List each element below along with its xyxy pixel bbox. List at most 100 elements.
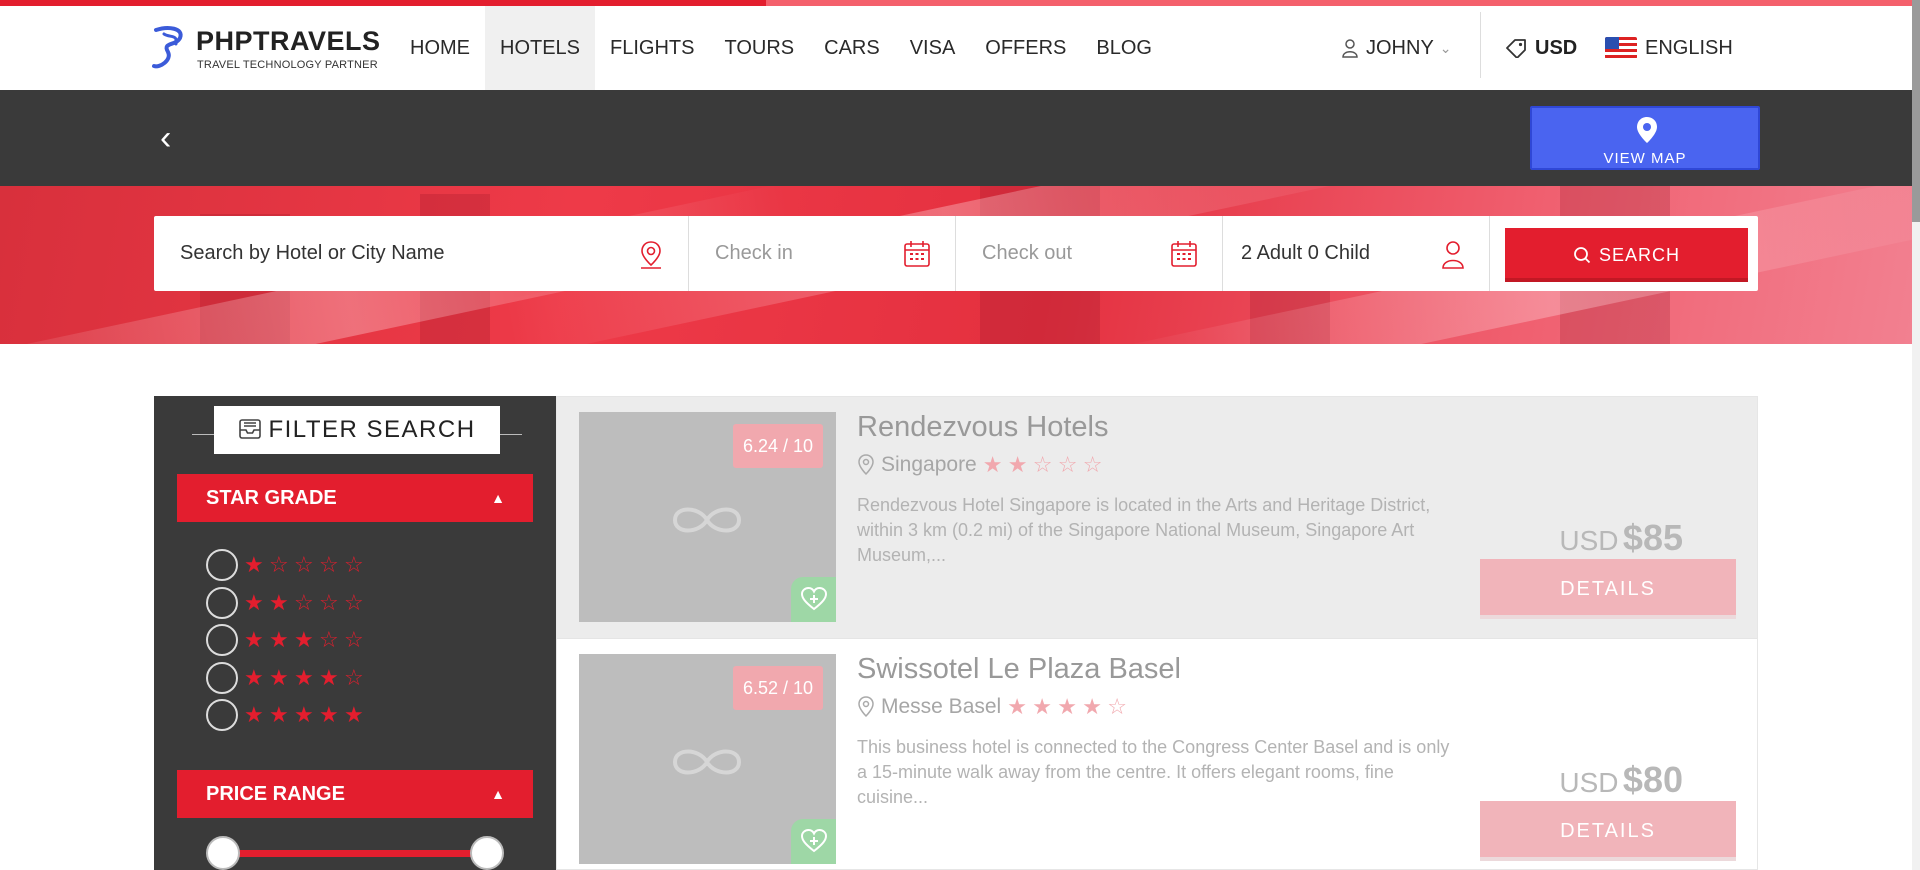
star-filled-icon: ★ (269, 627, 289, 652)
star-grade-option-1[interactable]: ★ ☆ ☆ ☆ ☆ (206, 548, 369, 582)
user-menu[interactable]: JOHNY ⌄ (1342, 6, 1452, 90)
wishlist-button[interactable] (791, 577, 836, 622)
price-amount: $85 (1622, 517, 1683, 558)
radio-button[interactable] (206, 549, 238, 581)
star-grade-option-5[interactable]: ★ ★ ★ ★ ★ (206, 698, 369, 732)
hotel-image[interactable]: 6.24 / 10 (579, 412, 836, 622)
star-grade-option-2[interactable]: ★ ★ ☆ ☆ ☆ (206, 586, 369, 620)
nav-item-blog[interactable]: BLOG (1081, 6, 1167, 90)
star-filled-icon: ★ (244, 552, 264, 577)
star-filled-icon: ★ (1057, 694, 1077, 719)
radio-button[interactable] (206, 699, 238, 731)
star-empty-icon: ☆ (1032, 452, 1053, 477)
user-icon (1342, 39, 1358, 58)
hotel-name[interactable]: Rendezvous Hotels (857, 411, 1108, 444)
scrollbar-thumb[interactable] (1912, 0, 1920, 222)
wishlist-button[interactable] (791, 819, 836, 864)
star-empty-icon: ☆ (1107, 694, 1127, 719)
check-in-input[interactable]: Check in (689, 216, 956, 291)
star-filled-icon: ★ (269, 589, 289, 615)
calendar-icon (1171, 241, 1197, 267)
star-empty-icon: ☆ (344, 664, 364, 690)
hotel-image[interactable]: 6.52 / 10 (579, 654, 836, 864)
hotel-price: USD $85 (1425, 517, 1683, 559)
search-icon (1574, 246, 1591, 263)
caret-up-icon: ▲ (491, 490, 505, 506)
details-button[interactable]: DETAILS (1480, 559, 1736, 619)
view-map-label: VIEW MAP (1603, 150, 1687, 167)
nav-item-home[interactable]: HOME (395, 6, 485, 90)
star-filled-icon: ★ (1032, 694, 1052, 719)
check-out-input[interactable]: Check out (956, 216, 1223, 291)
title-divider (192, 434, 214, 435)
price-range-track (223, 850, 487, 857)
price-range-max-handle[interactable] (470, 836, 504, 870)
star-filled-icon: ★ (319, 702, 339, 727)
nav-item-flights[interactable]: FLIGHTS (595, 6, 709, 90)
user-icon (1442, 241, 1464, 269)
radio-button[interactable] (206, 586, 238, 619)
details-button[interactable]: DETAILS (1480, 801, 1736, 861)
search-button-label: SEARCH (1598, 245, 1680, 265)
star-filled-icon: ★ (244, 589, 264, 615)
star-filled-icon: ★ (319, 664, 339, 690)
hotel-city: Messe Basel (881, 695, 1002, 718)
hotel-card: 6.24 / 10 Rendezvous Hotels Singapore ★ ★… (557, 397, 1757, 639)
hotel-rating-badge: 6.24 / 10 (732, 424, 823, 468)
location-pin-icon (641, 241, 661, 269)
hotel-results-list: 6.24 / 10 Rendezvous Hotels Singapore ★ ★… (556, 396, 1758, 870)
star-grade-option-3[interactable]: ★ ★ ★ ☆ ☆ (206, 623, 369, 657)
star-empty-icon: ☆ (1082, 452, 1103, 477)
nav-item-offers[interactable]: OFFERS (970, 6, 1081, 90)
search-button[interactable]: SEARCH (1505, 228, 1748, 282)
price-amount: $80 (1622, 759, 1683, 800)
hotel-description: Rendezvous Hotel Singapore is located in… (857, 495, 1431, 565)
us-flag-icon (1605, 37, 1637, 59)
user-name: JOHNY (1366, 36, 1434, 59)
calendar-icon (904, 241, 930, 267)
logo-icon (152, 26, 183, 69)
star-grade-option-4[interactable]: ★ ★ ★ ★ ☆ (206, 661, 369, 695)
nav-item-hotels[interactable]: HOTELS (485, 6, 596, 90)
star-grade-toggle[interactable]: STAR GRADE ▲ (177, 474, 533, 522)
star-filled-icon: ★ (269, 702, 289, 727)
price-range-min-handle[interactable] (206, 836, 240, 870)
hotel-description: This business hotel is connected to the … (857, 737, 1450, 807)
inbox-icon (239, 418, 262, 439)
hotel-name[interactable]: Swissotel Le Plaza Basel (857, 653, 1181, 686)
star-empty-icon: ☆ (294, 552, 314, 577)
star-filled-icon: ★ (294, 664, 314, 690)
price-range-toggle[interactable]: PRICE RANGE ▲ (177, 770, 533, 818)
logo[interactable]: PHPTRAVELS TRAVEL TECHNOLOGY PARTNER (150, 20, 380, 76)
hotel-location: Messe Basel ★ ★ ★ ★ ☆ (857, 695, 1132, 719)
star-empty-icon: ☆ (294, 589, 314, 615)
header-divider (1480, 12, 1481, 78)
guests-input[interactable]: 2 Adult 0 Child (1223, 216, 1490, 291)
nav-item-visa[interactable]: VISA (895, 6, 971, 90)
star-empty-icon: ☆ (344, 627, 364, 652)
language-selector[interactable]: ENGLISH (1605, 6, 1733, 90)
main-nav: HOME HOTELS FLIGHTS TOURS CARS VISA OFFE… (395, 6, 1167, 90)
star-filled-icon: ★ (982, 452, 1003, 477)
destination-input[interactable]: Search by Hotel or City Name (154, 216, 689, 291)
hotel-card: 6.52 / 10 Swissotel Le Plaza Basel Messe… (557, 639, 1757, 870)
star-empty-icon: ☆ (319, 589, 339, 615)
radio-button[interactable] (206, 624, 238, 656)
caret-up-icon: ▲ (491, 786, 505, 802)
radio-button[interactable] (206, 661, 238, 694)
hotel-star-rating: ★ ★ ☆ ☆ ☆ (983, 454, 1108, 476)
hotel-city: Singapore (881, 453, 977, 476)
language-label: ENGLISH (1645, 36, 1733, 59)
page-scrollbar[interactable] (1912, 0, 1920, 870)
nav-item-tours[interactable]: TOURS (709, 6, 809, 90)
view-map-button[interactable]: VIEW MAP (1530, 106, 1760, 170)
page: PHPTRAVELS TRAVEL TECHNOLOGY PARTNER HOM… (0, 0, 1920, 870)
map-pin-icon (1637, 117, 1657, 143)
brand-name: PHPTRAVELS (196, 26, 381, 56)
nav-item-cars[interactable]: CARS (809, 6, 895, 90)
hotel-star-rating: ★ ★ ★ ★ ☆ (1007, 696, 1132, 718)
currency-selector[interactable]: USD (1505, 6, 1577, 90)
tag-icon (1506, 39, 1526, 58)
chevron-left-icon[interactable]: ‹ (160, 120, 190, 156)
location-pin-icon (858, 454, 874, 476)
